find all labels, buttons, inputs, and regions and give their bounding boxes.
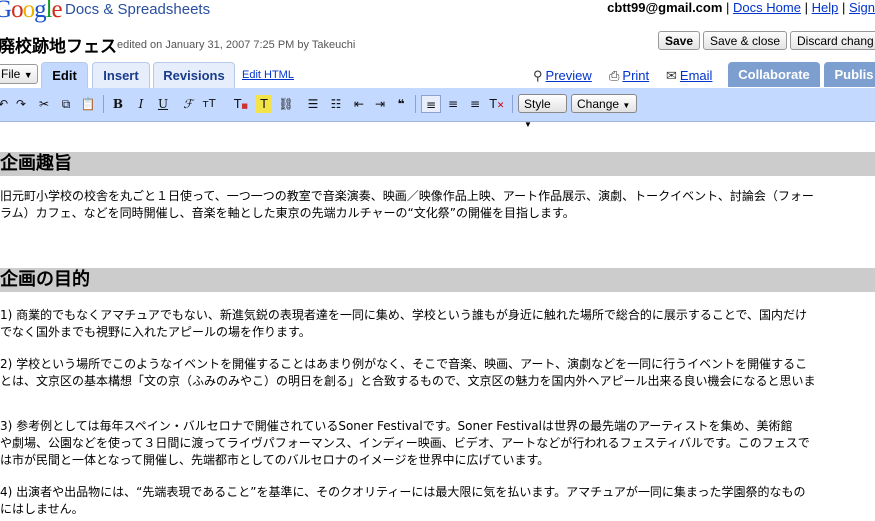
- printer-icon: ⎙: [609, 68, 620, 83]
- toolbar-separator: [415, 95, 416, 113]
- bold-icon[interactable]: B: [111, 95, 125, 113]
- italic-icon[interactable]: I: [134, 95, 148, 113]
- dropdown-arrow-icon: ▼: [23, 70, 33, 80]
- user-links: cbtt99@gmail.com | Docs Home | Help | Si…: [607, 0, 875, 15]
- docs-home-link[interactable]: Docs Home: [733, 0, 801, 15]
- decrease-indent-icon[interactable]: ⇤: [350, 95, 368, 113]
- text-color-icon[interactable]: T■: [233, 95, 249, 113]
- undo-icon[interactable]: ↶: [0, 95, 10, 113]
- highlight-color-icon[interactable]: T: [256, 95, 272, 113]
- paragraph: 1) 商業的でもなくアマチュアでもない、新進気鋭の表現者達を一同に集め、学校とい…: [0, 308, 808, 339]
- envelope-icon: ✉: [666, 68, 677, 83]
- paragraph: 3) 参考例としては毎年スペイン・バルセロナで開催されているSoner Fest…: [0, 419, 810, 467]
- email-action[interactable]: ✉ Email: [666, 68, 712, 84]
- blockquote-icon[interactable]: ❝: [393, 95, 409, 113]
- section-heading: 企画の目的: [0, 268, 875, 292]
- tab-revisions[interactable]: Revisions: [153, 62, 235, 88]
- paragraph: 4) 出演者や出品物には、“先端表現であること”を基準に、そのクオリティーには最…: [0, 485, 806, 516]
- toolbar-separator: [103, 95, 104, 113]
- redo-icon[interactable]: ↷: [14, 95, 28, 113]
- discard-changes-button[interactable]: Discard chang: [790, 31, 875, 50]
- tab-row: File ▼ Edit Insert Revisions Edit HTML ⚲…: [0, 61, 875, 88]
- align-center-icon[interactable]: ≡: [444, 95, 462, 113]
- change-dropdown[interactable]: Change ▼: [571, 94, 637, 113]
- print-action[interactable]: ⎙ Print: [609, 68, 649, 84]
- font-size-icon[interactable]: тT: [198, 95, 220, 113]
- copy-icon[interactable]: ⧉: [58, 95, 74, 113]
- save-close-button[interactable]: Save & close: [703, 31, 788, 50]
- collaborate-tab[interactable]: Collaborate: [728, 62, 820, 87]
- document-title[interactable]: 廃校跡地フェス: [0, 32, 117, 57]
- align-left-icon[interactable]: ≡: [421, 95, 441, 113]
- top-bar: Google Docs & Spreadsheets cbtt99@gmail.…: [0, 0, 875, 26]
- publish-tab[interactable]: Publis: [824, 62, 875, 87]
- tab-edit[interactable]: Edit: [41, 62, 88, 88]
- paragraph: 2) 学校という場所でこのようなイベントを開催することはあまり例がなく、そこで音…: [0, 357, 816, 388]
- toolbar-separator: [512, 95, 513, 113]
- save-button[interactable]: Save: [658, 31, 701, 50]
- bulleted-list-icon[interactable]: ☷: [327, 95, 345, 113]
- paragraph: 旧元町小学校の校舎を丸ごと１日使って、一つ一つの教室で音楽演奏、映画／映像作品上…: [0, 189, 814, 220]
- edited-info: edited on January 31, 2007 7:25 PM by Ta…: [117, 39, 356, 51]
- numbered-list-icon[interactable]: ☰: [304, 95, 322, 113]
- formatting-toolbar: ↶ ↷ ✂ ⧉ 📋 B I U ℱ тT T■ T ⛓ ☰ ☷ ⇤ ⇥ ❝ ≡ …: [0, 88, 875, 129]
- align-right-icon[interactable]: ≡: [466, 95, 484, 113]
- underline-icon[interactable]: U: [156, 95, 170, 113]
- paste-icon[interactable]: 📋: [79, 95, 97, 113]
- tab-insert[interactable]: Insert: [92, 62, 150, 88]
- increase-indent-icon[interactable]: ⇥: [371, 95, 389, 113]
- user-email: cbtt99@gmail.com: [607, 0, 723, 15]
- font-icon[interactable]: ℱ: [181, 95, 195, 113]
- google-logo[interactable]: Google: [0, 0, 63, 24]
- dropdown-arrow-icon: ▼: [622, 101, 631, 110]
- section-heading: 企画趣旨: [0, 152, 875, 176]
- help-link[interactable]: Help: [812, 0, 839, 15]
- file-menu-button[interactable]: File ▼: [0, 64, 38, 84]
- edit-html-link[interactable]: Edit HTML: [242, 69, 294, 81]
- cut-icon[interactable]: ✂: [36, 95, 52, 113]
- preview-action[interactable]: ⚲ Preview: [533, 68, 592, 84]
- document-body[interactable]: 企画趣旨 旧元町小学校の校舎を丸ごと１日使って、一つ一つの教室で音楽演奏、映画／…: [0, 122, 875, 521]
- product-name: Docs & Spreadsheets: [65, 1, 211, 18]
- link-icon[interactable]: ⛓: [277, 95, 295, 113]
- magnifier-icon: ⚲: [533, 68, 543, 83]
- remove-formatting-icon[interactable]: T✕: [488, 95, 506, 113]
- style-dropdown[interactable]: Style ▼: [518, 94, 567, 129]
- sign-out-link[interactable]: Sign: [849, 0, 875, 15]
